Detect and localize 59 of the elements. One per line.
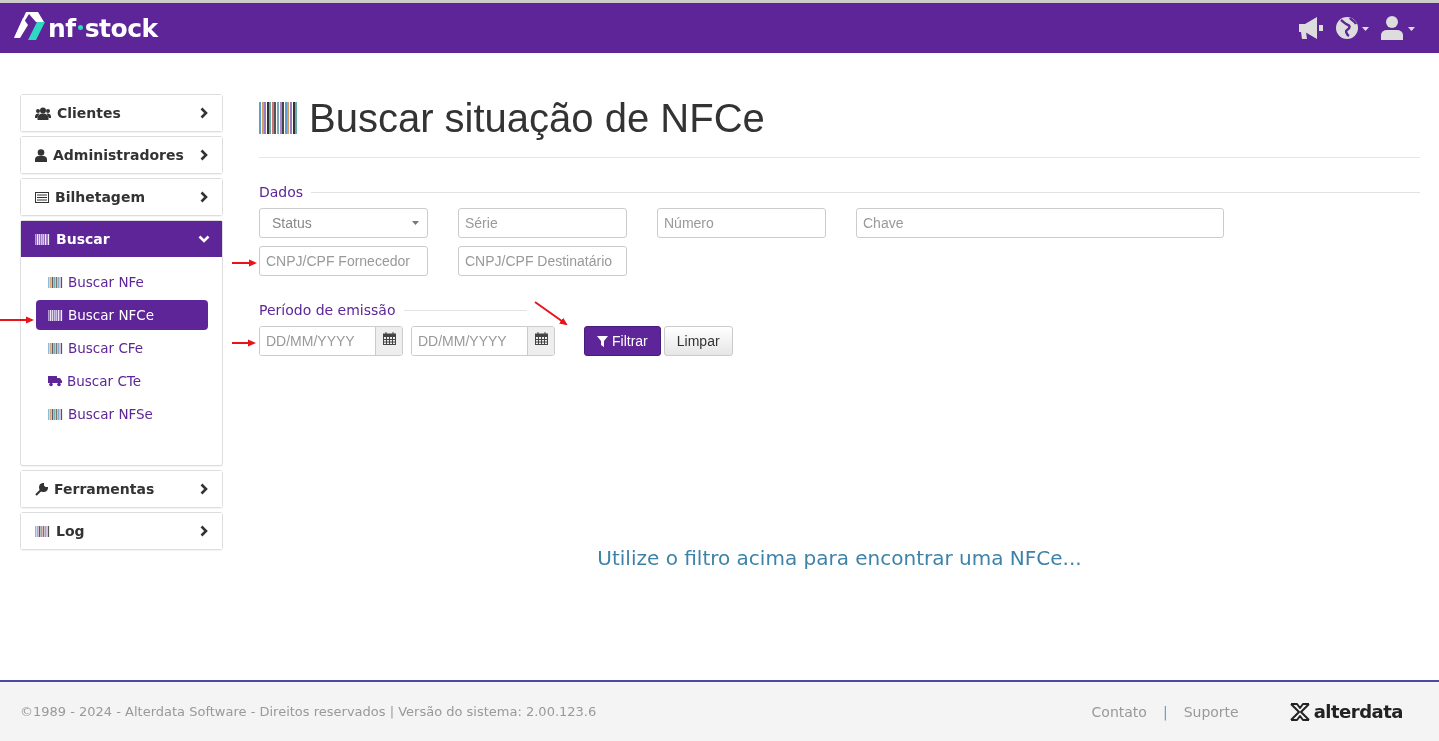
clear-button[interactable]: Limpar <box>663 326 733 356</box>
megaphone-icon[interactable] <box>1297 16 1325 40</box>
chevron-right-icon <box>198 149 210 161</box>
status-select[interactable]: Status <box>259 208 428 238</box>
submenu-item[interactable]: Buscar NFe <box>36 267 208 297</box>
calendar-icon <box>382 332 396 345</box>
barcode-icon <box>48 276 63 288</box>
barcode-icon <box>48 408 63 420</box>
input-field[interactable]: Série <box>458 208 627 238</box>
submenu-item[interactable]: Buscar CFe <box>36 333 208 363</box>
chevron-right-icon <box>198 483 210 495</box>
brand-logo-icon <box>1288 701 1311 722</box>
empty-message: Utilize o filtro acima para encontrar uma NFCe... <box>597 546 1082 570</box>
wrench-icon <box>35 482 48 496</box>
copyright-text: ©1989 - 2024 - Alterdata Software - Direitos reservados | Versão do sistema: 2.00.123.6 <box>20 704 597 719</box>
users-icon <box>35 106 51 120</box>
user-dropdown-icon[interactable] <box>1381 15 1417 41</box>
date-field[interactable]: DD/MM/YYYY <box>259 326 403 356</box>
filter-button[interactable]: Filtrar <box>584 326 661 356</box>
annotation-arrow <box>0 316 34 324</box>
input-field[interactable]: Número <box>657 208 826 238</box>
section-legend: Período de emissão <box>259 302 396 318</box>
calendar-icon <box>534 332 548 345</box>
filter-icon <box>597 335 608 347</box>
page-title: Buscar situação de NFCe <box>309 95 765 141</box>
barcode-icon <box>48 309 63 321</box>
list-icon <box>35 191 49 203</box>
caret-down-icon <box>412 221 419 225</box>
section-legend: Dados <box>259 184 304 200</box>
date-field[interactable]: DD/MM/YYYY <box>411 326 555 356</box>
logo-text: nf stock <box>48 13 158 43</box>
chevron-down-icon <box>198 233 210 245</box>
annotation-arrow <box>231 339 256 347</box>
barcode-icon <box>35 233 50 245</box>
submenu-item[interactable]: Buscar NFCe <box>36 300 208 330</box>
annotation-arrow <box>534 301 568 326</box>
menu-item[interactable]: Buscar <box>21 221 222 257</box>
input-field[interactable]: CNPJ/CPF Fornecedor <box>259 246 428 276</box>
barcode-icon <box>35 525 50 537</box>
menu-item[interactable]: Clientes <box>21 95 222 131</box>
chevron-right-icon <box>198 191 210 203</box>
chevron-right-icon <box>198 525 210 537</box>
menu-item[interactable]: Administradores <box>21 137 222 173</box>
truck-icon <box>48 375 62 387</box>
menu-item[interactable]: Ferramentas <box>21 471 222 507</box>
menu-item[interactable]: Log <box>21 513 222 549</box>
annotation-arrow <box>231 259 257 267</box>
barcode-icon <box>48 342 63 354</box>
globe-dropdown-icon[interactable] <box>1335 15 1371 41</box>
input-field[interactable]: CNPJ/CPF Destinatário <box>458 246 627 276</box>
chevron-right-icon <box>198 107 210 119</box>
separator-text: | <box>1162 703 1168 720</box>
submenu-item[interactable]: Buscar CTe <box>36 366 208 396</box>
user-icon <box>35 148 47 162</box>
brand-logo-text: alterdata <box>1313 701 1403 722</box>
menu-item[interactable]: Bilhetagem <box>21 179 222 215</box>
submenu-item[interactable]: Buscar NFSe <box>36 399 208 429</box>
input-field[interactable]: Chave <box>856 208 1224 238</box>
barcode-icon <box>259 102 299 134</box>
